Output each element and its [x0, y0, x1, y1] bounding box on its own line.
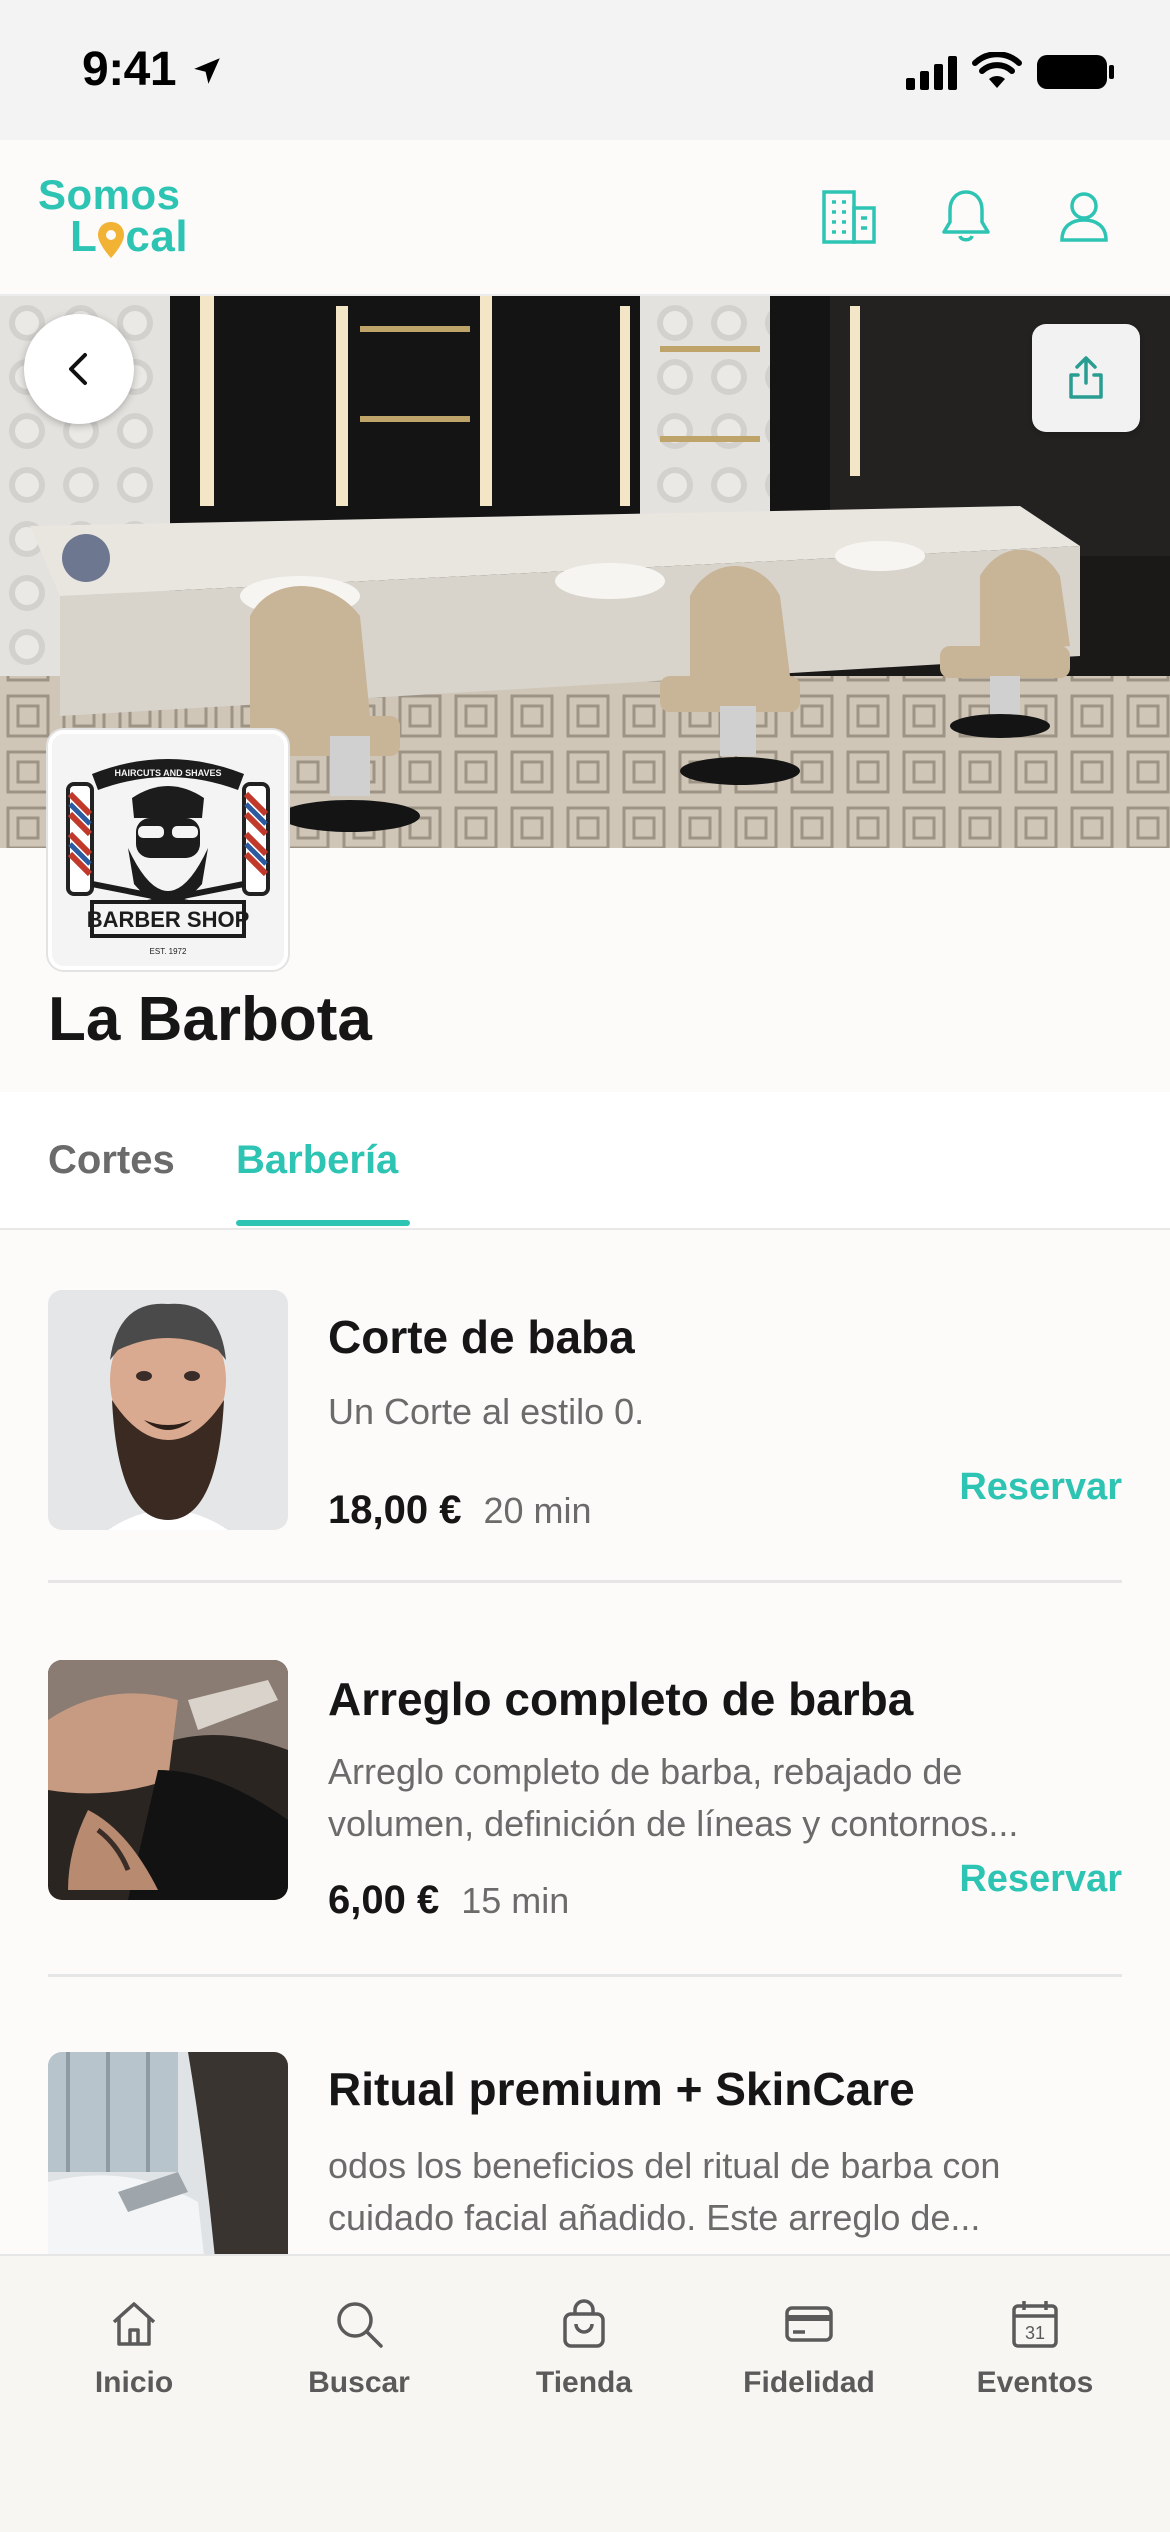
service-image [48, 1660, 288, 1900]
bearded-man-photo [48, 1290, 288, 1530]
service-price-row: 6,00 € 15 min [328, 1878, 569, 1923]
service-price-row: 18,00 € 20 min [328, 1488, 592, 1533]
share-button[interactable] [1032, 324, 1140, 432]
tabbar-item-inicio[interactable]: Inicio [34, 2296, 234, 2400]
wifi-icon [972, 52, 1022, 88]
active-tab-indicator [236, 1220, 410, 1226]
shop-name: La Barbota [48, 985, 372, 1054]
search-icon [337, 2302, 383, 2348]
tab-barberia[interactable]: Barbería [236, 1138, 398, 1183]
reserve-button[interactable]: Reservar [959, 1466, 1122, 1509]
divider [48, 1974, 1122, 1977]
service-price: 6,00 € [328, 1878, 440, 1922]
ritual-premium-photo [48, 2052, 288, 2254]
tabbar-label: Buscar [308, 2366, 410, 2399]
calendar-icon: 31 [1012, 2301, 1058, 2348]
service-image [48, 1290, 288, 1530]
service-title: Arreglo completo de barba [328, 1673, 914, 1725]
barber-shop-logo-image: BARBER SHOP HAIRCUTS AND SHAVES EST. 197… [52, 734, 284, 966]
divider [48, 1580, 1122, 1583]
category-tabs: Cortes Barbería [0, 1092, 1170, 1230]
loyalty-card-icon [785, 2306, 833, 2342]
tabbar-item-fidelidad[interactable]: Fidelidad [709, 2296, 909, 2400]
service-description: Un Corte al estilo 0. [328, 1391, 645, 1432]
service-image [48, 2052, 288, 2254]
shop-logo: BARBER SHOP HAIRCUTS AND SHAVES EST. 197… [48, 730, 288, 970]
service-title: Ritual premium + SkinCare [328, 2063, 915, 2115]
logo-small-text: EST. 1972 [150, 947, 187, 956]
app-header: Somos Lcal [0, 140, 1170, 296]
share-icon [1069, 356, 1103, 399]
service-title: Corte de baba [328, 1311, 635, 1363]
battery-icon [1037, 55, 1114, 89]
map-pin-icon [98, 222, 125, 258]
status-time: 9:41 [82, 43, 177, 96]
service-description: odos los beneficios del ritual de barba … [328, 2145, 1001, 2238]
bottom-tab-bar: Inicio Buscar Tienda Fidelidad 31 Evento… [0, 2254, 1170, 2532]
tabbar-item-eventos[interactable]: 31 Eventos [935, 2296, 1135, 2400]
service-duration: 15 min [461, 1880, 570, 1921]
logo-top-text: HAIRCUTS AND SHAVES [114, 768, 221, 778]
bell-icon[interactable] [934, 184, 998, 248]
service-description: Arreglo completo de barba, rebajado de v… [328, 1751, 1019, 1844]
shopping-bag-icon [563, 2299, 605, 2348]
logo-line2: Lcal [70, 212, 189, 261]
tab-cortes[interactable]: Cortes [48, 1138, 175, 1183]
reserve-button[interactable]: Reservar [959, 1858, 1122, 1901]
beard-trim-photo [48, 1660, 288, 1900]
tabbar-item-tienda[interactable]: Tienda [484, 2296, 684, 2400]
tabbar-item-buscar[interactable]: Buscar [259, 2296, 459, 2400]
service-duration: 20 min [483, 1490, 592, 1531]
cellular-signal-icon [906, 56, 957, 90]
home-icon [112, 2302, 156, 2346]
status-bar: 9:41 [0, 0, 1170, 140]
chevron-left-icon [69, 353, 87, 385]
calendar-day: 31 [1025, 2323, 1045, 2343]
tabbar-label: Eventos [976, 2366, 1094, 2399]
service-price: 18,00 € [328, 1488, 462, 1532]
service-item[interactable]: Ritual premium + SkinCare odos los benef… [0, 2050, 1170, 2254]
location-arrow-icon [194, 58, 220, 84]
tabbar-label: Fidelidad [743, 2366, 875, 2399]
logo-main-text: BARBER SHOP [87, 907, 250, 932]
user-profile-icon[interactable] [1052, 184, 1116, 248]
somos-local-logo[interactable]: Somos Lcal [38, 174, 188, 259]
tabbar-label: Tienda [535, 2366, 633, 2399]
tabbar-label: Inicio [94, 2366, 174, 2399]
building-icon[interactable] [816, 184, 880, 248]
logo-line1: Somos [38, 171, 181, 218]
back-button[interactable] [24, 314, 134, 424]
